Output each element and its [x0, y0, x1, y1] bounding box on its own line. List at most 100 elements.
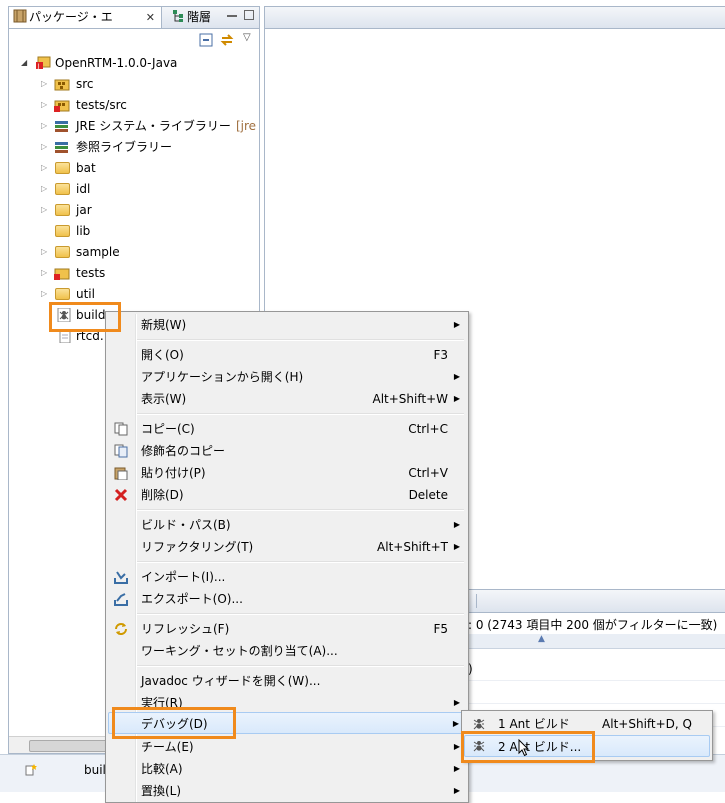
menu-item-assign-working-set[interactable]: ワーキング・セットの割り当て(A)... [108, 640, 466, 662]
submenu-arrow-icon: ▶ [453, 372, 460, 381]
collapsed-arrow-icon[interactable]: ▷ [41, 206, 49, 214]
hierarchy-icon [173, 10, 183, 22]
tree-item-src[interactable]: ▷ src [9, 74, 259, 94]
menu-item-team[interactable]: チーム(E) ▶ [108, 736, 466, 758]
problems-column-header[interactable]: ▲ [464, 634, 725, 649]
submenu-arrow-icon: ▶ [453, 764, 460, 773]
submenu-arrow-icon: ▶ [453, 542, 460, 551]
maximize-icon[interactable] [244, 10, 254, 20]
tree-item-label: bat [76, 161, 96, 175]
tab-package-explorer[interactable]: パッケージ・エ ✕ [9, 7, 162, 28]
collapsed-arrow-icon[interactable]: ▷ [41, 80, 49, 88]
copy-icon [114, 422, 128, 436]
collapsed-arrow-icon[interactable]: ▷ [41, 248, 49, 256]
menu-separator [137, 561, 464, 563]
collapsed-arrow-icon[interactable]: ▷ [41, 101, 49, 109]
menu-item-javadoc-wizard[interactable]: Javadoc ウィザードを開く(W)... [108, 670, 466, 692]
view-menu-icon[interactable]: ▽ [243, 32, 251, 43]
menu-item-label: コピー(C) [141, 422, 195, 436]
tree-item-jre[interactable]: ▷ JRE システム・ライブラリー [jre [9, 116, 259, 136]
import-icon [114, 571, 128, 584]
menu-item-export[interactable]: エクスポート(O)... [108, 588, 466, 610]
tree-item-label: idl [76, 182, 91, 196]
menu-item-label: ワーキング・セットの割り当て(A)... [141, 644, 338, 658]
menu-item-copy[interactable]: コピー(C) Ctrl+C [108, 418, 466, 440]
collapse-all-icon[interactable] [199, 33, 213, 47]
tree-project-row[interactable]: ◢ J OpenRTM-1.0.0-Java [9, 53, 259, 73]
tree-item-tests-src[interactable]: ▷ tests/src [9, 95, 259, 115]
menu-item-label: 新規(W) [141, 318, 187, 332]
tree-item-label: src [76, 77, 94, 91]
close-icon[interactable]: ✕ [146, 7, 155, 28]
menu-item-label: 比較(A) [141, 762, 183, 776]
menu-item-open[interactable]: 開く(O) F3 [108, 344, 466, 366]
menu-item-open-with[interactable]: アプリケーションから開く(H) ▶ [108, 366, 466, 388]
collapsed-arrow-icon[interactable]: ▷ [41, 164, 49, 172]
menu-item-paste[interactable]: 貼り付け(P) Ctrl+V [108, 462, 466, 484]
menu-item-label: アプリケーションから開く(H) [141, 370, 304, 384]
tree-item-label: JRE システム・ライブラリー [76, 119, 231, 133]
tab-edge [468, 594, 477, 608]
menu-item-label: 貼り付け(P) [141, 466, 206, 480]
delete-icon [114, 488, 128, 502]
menu-item-label: リファクタリング(T) [141, 540, 254, 554]
menu-item-delete[interactable]: 削除(D) Delete [108, 484, 466, 506]
menu-item-replace-with[interactable]: 置換(L) ▶ [108, 780, 466, 802]
menu-item-label: ビルド・パス(B) [141, 518, 231, 532]
collapsed-arrow-icon[interactable]: ▷ [41, 269, 49, 277]
menu-item-refactor[interactable]: リファクタリング(T) Alt+Shift+T ▶ [108, 536, 466, 558]
menu-item-shortcut: F5 [433, 622, 448, 636]
tree-item-ref-libs[interactable]: ▷ 参照ライブラリー [9, 137, 259, 157]
folder-icon [55, 288, 70, 300]
menu-item-refresh[interactable]: リフレッシュ(F) F5 [108, 618, 466, 640]
menu-item-label: 修飾名のコピー [141, 444, 226, 458]
tree-item-jar[interactable]: ▷ jar [9, 200, 259, 220]
menu-item-compare-with[interactable]: 比較(A) ▶ [108, 758, 466, 780]
submenu-arrow-icon: ▶ [453, 698, 460, 707]
submenu-arrow-icon: ▶ [453, 742, 460, 751]
expanded-arrow-icon[interactable]: ◢ [21, 59, 29, 67]
menu-item-label: リフレッシュ(F) [141, 622, 230, 636]
view-tab-bar: パッケージ・エ ✕ 階層 [9, 7, 259, 29]
tree-item-tests[interactable]: ▷ tests [9, 263, 259, 283]
refresh-icon [115, 623, 127, 635]
tree-item-util[interactable]: ▷ util [9, 284, 259, 304]
menu-separator [137, 613, 464, 615]
collapsed-arrow-icon[interactable]: ▷ [41, 185, 49, 193]
collapsed-arrow-icon[interactable]: ▷ [41, 122, 49, 130]
menu-item-import[interactable]: インポート(I)... [108, 566, 466, 588]
menu-item-label: チーム(E) [141, 740, 194, 754]
menu-item-label: インポート(I)... [141, 570, 226, 584]
paste-icon [114, 467, 128, 480]
collapsed-arrow-icon[interactable]: ▷ [41, 143, 49, 151]
tree-item-label: tests [76, 266, 106, 280]
menu-item-label: 表示(W) [141, 392, 187, 406]
mouse-pointer-icon [518, 739, 530, 757]
menu-item-shortcut: Ctrl+C [408, 422, 448, 436]
table-row[interactable] [464, 681, 725, 704]
sort-up-icon[interactable]: ▲ [538, 634, 545, 644]
menu-item-label: 置換(L) [141, 784, 182, 798]
menu-separator [137, 509, 464, 511]
link-with-editor-icon[interactable] [220, 33, 234, 47]
menu-item-label: エクスポート(O)... [141, 592, 243, 606]
export-icon [114, 593, 128, 606]
menu-item-shortcut: Alt+Shift+W [372, 392, 449, 406]
new-fast-view-icon[interactable] [24, 763, 38, 777]
menu-item-copy-qualified[interactable]: 修飾名のコピー [108, 440, 466, 462]
folder-icon [55, 246, 70, 258]
submenu-arrow-icon: ▶ [453, 520, 460, 529]
minimize-icon[interactable] [227, 15, 237, 17]
tree-item-sample[interactable]: ▷ sample [9, 242, 259, 262]
highlight-debug-as [112, 707, 236, 739]
tree-item-bat[interactable]: ▷ bat [9, 158, 259, 178]
tab-hierarchy[interactable]: 階層 [167, 7, 217, 28]
menu-item-new[interactable]: 新規(W) ▶ [108, 314, 466, 336]
menu-item-show-in[interactable]: 表示(W) Alt+Shift+W ▶ [108, 388, 466, 410]
table-row[interactable]: ) [464, 658, 725, 681]
menu-item-build-path[interactable]: ビルド・パス(B) ▶ [108, 514, 466, 536]
tab-package-explorer-label: パッケージ・エ [29, 10, 113, 24]
tree-item-idl[interactable]: ▷ idl [9, 179, 259, 199]
collapsed-arrow-icon[interactable]: ▷ [41, 290, 49, 298]
tree-item-lib[interactable]: lib [9, 221, 259, 241]
